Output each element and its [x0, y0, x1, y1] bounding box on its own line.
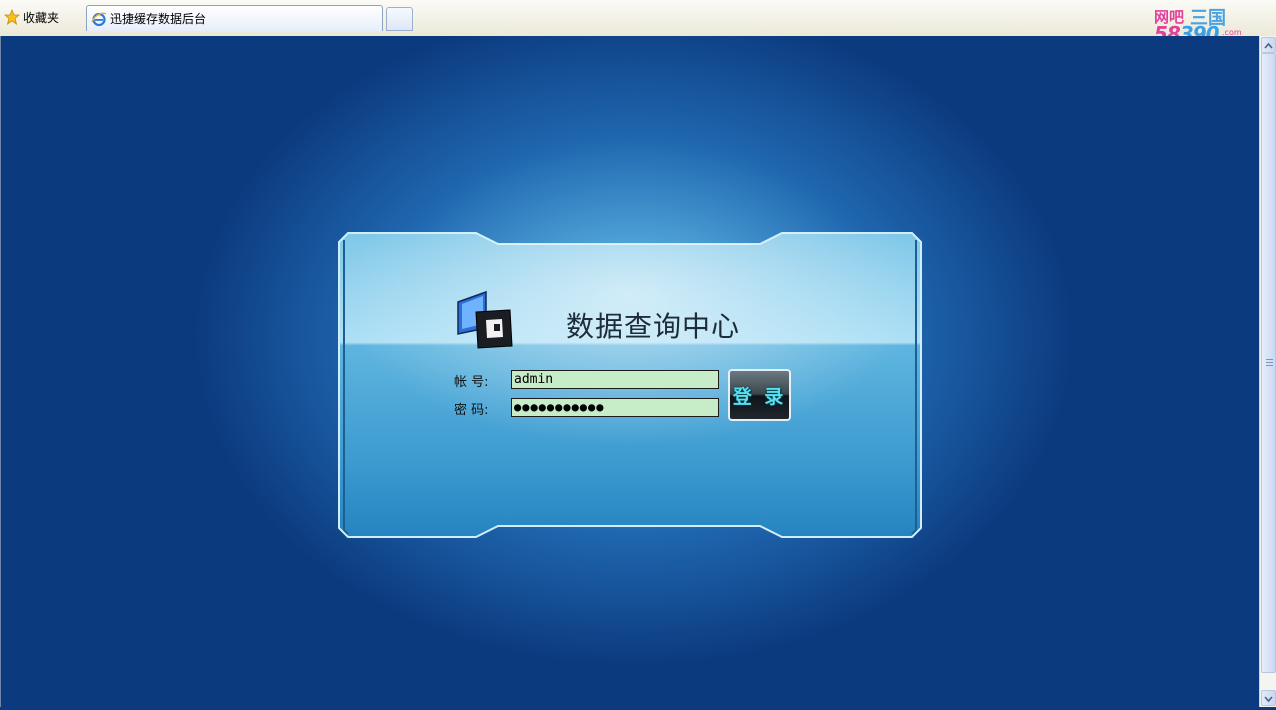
login-button[interactable]: 登 录: [728, 369, 791, 421]
tab-active[interactable]: 迅捷缓存数据后台: [86, 5, 383, 31]
scroll-grip: [1266, 359, 1273, 367]
data-center-logo: [457, 290, 513, 349]
chevron-down-icon: [1264, 696, 1273, 703]
favorites-button[interactable]: 收藏夹: [4, 7, 59, 27]
tab-title: 迅捷缓存数据后台: [110, 12, 207, 26]
new-tab-button[interactable]: [386, 7, 413, 31]
favorites-label: 收藏夹: [23, 10, 60, 25]
star-icon: [4, 9, 20, 25]
browser-tab-bar: 收藏夹 迅捷缓存数据后台 网吧 三国 58390 .com: [0, 0, 1276, 46]
username-label: 帐 号:: [454, 375, 489, 390]
ie-icon: [91, 12, 107, 26]
password-label: 密 码:: [454, 403, 489, 418]
username-input[interactable]: admin: [511, 370, 719, 389]
scroll-up-button[interactable]: [1261, 37, 1276, 53]
scroll-down-button[interactable]: [1261, 690, 1276, 706]
vertical-scrollbar[interactable]: [1259, 36, 1276, 707]
chevron-up-icon: [1264, 42, 1273, 49]
page-title: 数据查询中心: [566, 310, 741, 343]
login-panel: 数据查询中心 帐 号: admin 密 码: ●●●●●●●●●●● 登 录: [338, 232, 922, 540]
scroll-thumb[interactable]: [1261, 53, 1276, 673]
password-input[interactable]: ●●●●●●●●●●●: [511, 398, 719, 417]
